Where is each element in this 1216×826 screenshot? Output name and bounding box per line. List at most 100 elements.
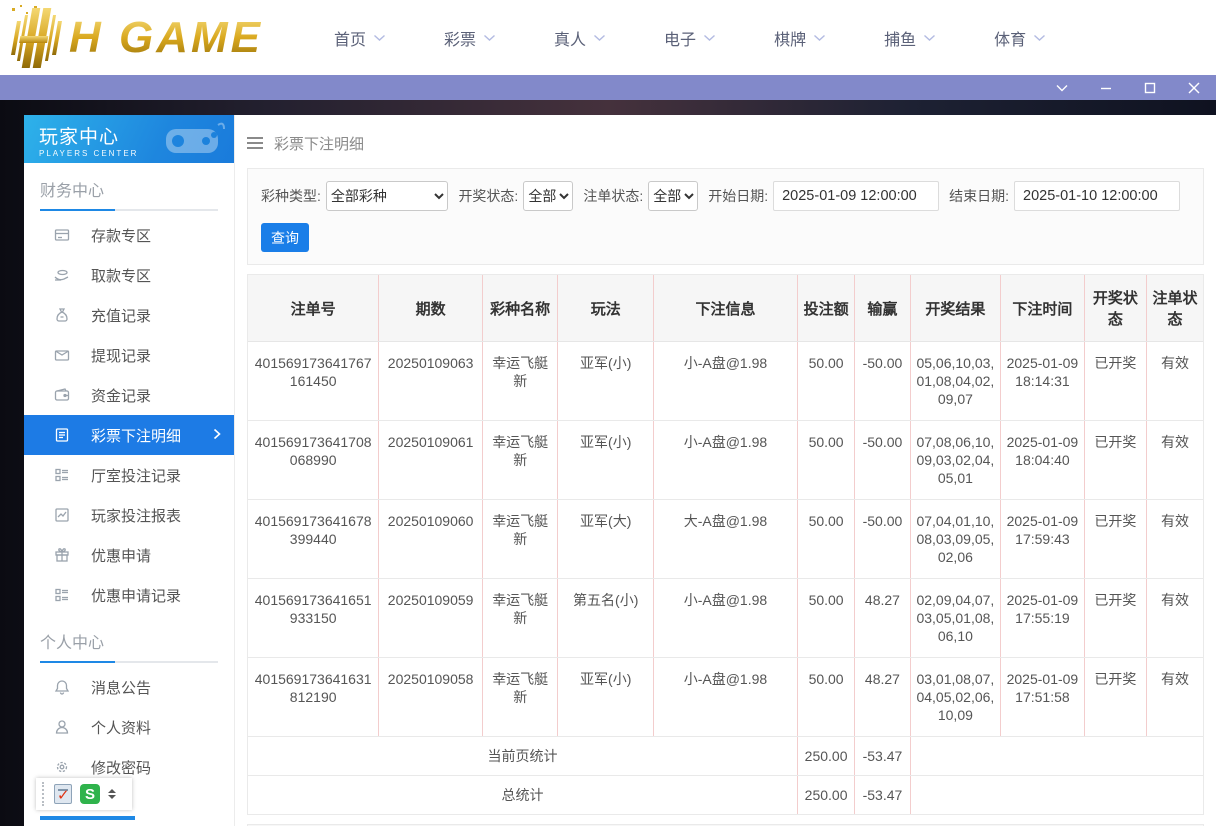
summary-winloss-total: -53.47 (854, 775, 911, 814)
collapse-arrows-icon[interactable] (108, 789, 116, 799)
cutoff-section-underline (40, 816, 135, 820)
column-header: 彩种名称 (482, 275, 559, 342)
table-cell: 2025-01-09 18:14:31 (1000, 341, 1085, 421)
start-date-input[interactable] (773, 181, 940, 211)
table-cell: 亚军(小) (557, 341, 655, 421)
sidebar-item[interactable]: 充值记录 (24, 295, 234, 335)
sidebar-item[interactable]: 资金记录 (24, 375, 234, 415)
window-maximize-button[interactable] (1128, 75, 1172, 100)
bell-icon (53, 679, 70, 696)
column-header: 玩法 (557, 275, 655, 342)
sidebar-item[interactable]: 消息公告 (24, 667, 234, 707)
table-row: 401569173641631812190 20250109058 幸运飞艇新 亚军(… (248, 657, 1203, 737)
screenshot-tool-overlay[interactable]: S (36, 778, 132, 810)
sidebar-item[interactable]: 取款专区 (24, 255, 234, 295)
sidebar-item[interactable]: 个人资料 (24, 707, 234, 747)
sidebar-item[interactable]: 存款专区 (24, 215, 234, 255)
nav-item-label: 捕鱼 (884, 31, 917, 49)
sidebar-item[interactable]: 优惠申请 (24, 535, 234, 575)
sidebar: 玩家中心 PLAYERS CENTER 财务中心存款专区取款专区 充值记录 提现记录… (24, 115, 235, 826)
summary-empty-cell (910, 776, 1203, 815)
summary-bet-total: 250.00 (797, 736, 856, 776)
sidebar-item-label: 存款专区 (91, 227, 152, 245)
table-cell: 401569173641767161450 (248, 341, 380, 421)
sidebar-header: 玩家中心 PLAYERS CENTER (24, 115, 234, 163)
document-check-icon[interactable] (54, 784, 72, 804)
sidebar-item-label: 厅室投注记录 (91, 467, 182, 485)
lottery-type-select[interactable]: 全部彩种 (325, 181, 449, 211)
report-chart-icon (53, 507, 70, 524)
table-cell: 已开奖 (1084, 341, 1148, 421)
lottery-type-label: 彩种类型: (261, 188, 321, 204)
nav-item-0[interactable]: 首页 (334, 26, 386, 50)
green-s-app-icon[interactable]: S (80, 784, 100, 804)
column-header: 注单状态 (1146, 275, 1203, 342)
table-cell: 401569173641678399440 (248, 499, 380, 579)
order-status-select[interactable]: 全部 (648, 181, 699, 211)
table-cell: 20250109059 (378, 578, 483, 658)
order-status-label: 注单状态: (583, 188, 644, 204)
bet-table-body: 401569173641767161450 20250109063 幸运飞艇新 亚军(… (248, 341, 1203, 815)
summary-winloss-total: -53.47 (854, 736, 911, 776)
window-titlebar (0, 75, 1216, 100)
close-icon (1188, 82, 1200, 93)
main-nav: 首页 彩票 真人 电子 棋牌 捕鱼 体育 (334, 26, 1046, 50)
table-cell: 20250109061 (378, 420, 483, 500)
table-cell: 07,04,01,10,08,03,09,05,02,06 (910, 499, 1002, 579)
table-cell: 2025-01-09 17:51:58 (1000, 657, 1085, 737)
breadcrumb: 彩票下注明细 (247, 123, 1204, 163)
table-cell: 第五名(小) (557, 578, 655, 658)
gear-icon (53, 759, 70, 776)
search-button[interactable]: 查询 (261, 223, 309, 252)
end-date-input[interactable] (1014, 181, 1180, 211)
nav-item-6[interactable]: 体育 (994, 26, 1046, 50)
sidebar-sections: 财务中心存款专区取款专区 充值记录 提现记录 资金记录 彩票下注明细厅室投注记录玩家投注… (24, 163, 234, 787)
window-close-button[interactable] (1172, 75, 1216, 100)
nav-item-1[interactable]: 彩票 (444, 26, 496, 50)
chevron-down-icon (1056, 84, 1068, 91)
summary-row: 总统计 250.00 -53.47 (248, 775, 1203, 815)
list-records-icon (53, 587, 70, 604)
sidebar-item[interactable]: 彩票下注明细 (24, 415, 234, 455)
nav-item-3[interactable]: 电子 (664, 26, 716, 50)
sidebar-item[interactable]: 提现记录 (24, 335, 234, 375)
chevron-down-icon (1033, 34, 1046, 42)
table-cell: 50.00 (797, 657, 856, 737)
site-logo[interactable]: H GAME (11, 4, 294, 68)
window-minimize-button[interactable] (1084, 75, 1128, 100)
nav-item-label: 真人 (554, 31, 587, 49)
nav-item-2[interactable]: 真人 (554, 26, 606, 50)
start-date-label: 开始日期: (708, 188, 769, 204)
table-cell: 50.00 (797, 499, 856, 579)
table-cell: 亚军(小) (557, 420, 655, 500)
end-date-label: 结束日期: (949, 188, 1009, 204)
sidebar-section-title: 财务中心 (40, 183, 105, 200)
table-cell: 亚军(小) (557, 657, 655, 737)
app-window: 玩家中心 PLAYERS CENTER 财务中心存款专区取款专区 充值记录 提现记录… (24, 115, 1216, 826)
sidebar-item-label: 优惠申请 (91, 547, 152, 565)
sidebar-item[interactable]: 厅室投注记录 (24, 455, 234, 495)
column-header: 投注额 (797, 275, 856, 342)
window-dropdown-button[interactable] (1040, 75, 1084, 100)
chevron-down-icon (373, 34, 386, 42)
nav-item-4[interactable]: 棋牌 (774, 26, 826, 50)
sidebar-item[interactable]: 优惠申请记录 (24, 575, 234, 615)
draw-status-select[interactable]: 全部 (523, 181, 574, 211)
section-underline (40, 209, 218, 211)
table-cell: 幸运飞艇新 (482, 657, 559, 737)
person-icon (53, 719, 70, 736)
column-header: 开奖状态 (1084, 275, 1148, 342)
nav-item-5[interactable]: 捕鱼 (884, 26, 936, 50)
cash-envelope-icon (53, 347, 70, 364)
column-header: 开奖结果 (910, 275, 1002, 342)
sidebar-item[interactable]: 玩家投注报表 (24, 495, 234, 535)
column-header: 期数 (378, 275, 483, 342)
drag-handle-icon[interactable] (42, 782, 46, 806)
wallet-icon (53, 387, 70, 404)
table-cell: 07,08,06,10,09,03,02,04,05,01 (910, 420, 1002, 500)
deposit-card-icon (53, 227, 70, 244)
sidebar-item-label: 修改密码 (91, 759, 152, 777)
menu-toggle-icon[interactable] (247, 137, 263, 149)
summary-bet-total: 250.00 (797, 775, 856, 814)
table-cell: 小-A盘@1.98 (653, 420, 798, 500)
